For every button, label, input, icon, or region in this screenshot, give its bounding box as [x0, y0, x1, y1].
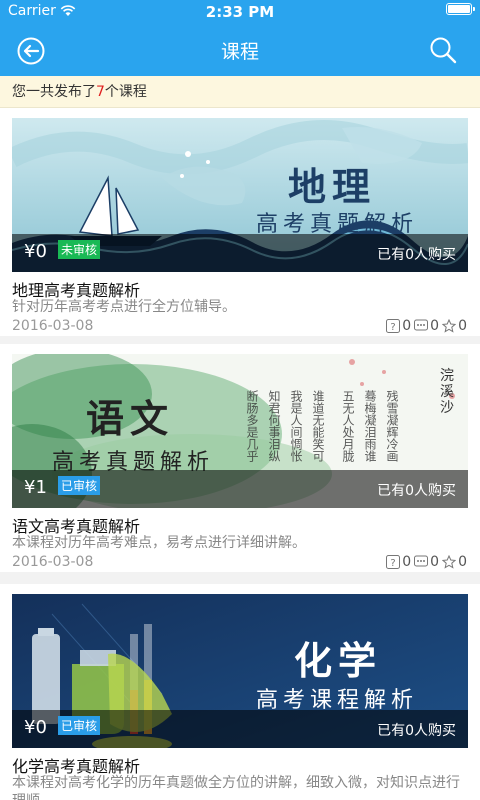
comment-icon — [414, 319, 429, 331]
course-card[interactable]: 地理 高考真题解析 ¥0 未审核 已有0人购买 地理高考真题解析 针对历年高考考… — [0, 108, 480, 336]
question-count: 0 — [402, 554, 412, 570]
star-count: 0 — [458, 318, 467, 334]
course-card[interactable]: 断肠多是几乎 知君何事泪纵 我是人间惆怅 谁道无能笑可 五无人处月胧 蓦梅凝泪雨… — [0, 344, 480, 572]
buyers-count: 已有0人购买 — [377, 247, 456, 263]
status-time: 2:33 PM — [205, 3, 275, 21]
svg-text:蓦梅凝泪雨谁: 蓦梅凝泪雨谁 — [363, 389, 377, 462]
star-icon — [442, 555, 457, 569]
status-badge: 未审核 — [58, 240, 101, 259]
course-description: 本课程对高考化学的历年真题做全方位的讲解，细致入微，对知识点进行理顺 — [12, 775, 460, 800]
page-title: 课程 — [220, 41, 259, 63]
svg-text:我是人间惆怅: 我是人间惆怅 — [289, 390, 303, 463]
svg-text:?: ? — [391, 322, 396, 333]
summary-count: 7 — [96, 84, 105, 100]
svg-text:断肠多是几乎: 断肠多是几乎 — [245, 389, 259, 462]
banner-title: 地理 — [288, 165, 377, 209]
header: Carrier 2:33 PM 课程 — [0, 0, 480, 76]
star-count: 0 — [458, 554, 467, 570]
price-bar: ¥1 已审核 已有0人购买 — [12, 470, 468, 508]
banner-title: 化学 — [294, 639, 383, 683]
course-banner[interactable]: 地理 高考真题解析 ¥0 未审核 已有0人购买 — [12, 118, 468, 272]
question-count: 0 — [402, 318, 412, 334]
summary-suffix: 个课程 — [104, 84, 147, 100]
svg-text:?: ? — [391, 558, 396, 569]
price-bar: ¥0 未审核 已有0人购买 — [12, 234, 468, 272]
question-icon: ? — [386, 319, 401, 333]
buyers-count: 已有0人购买 — [377, 723, 456, 739]
comment-icon — [414, 555, 429, 567]
course-date: 2016-03-08 — [12, 554, 94, 570]
battery-icon — [446, 3, 475, 15]
back-button[interactable] — [16, 36, 46, 66]
course-card[interactable]: 化学 高考课程解析 ¥0 已审核 已有0人购买 化学高考真题解析 本课程对高考化… — [0, 584, 480, 800]
banner-poem-title: 浣溪沙 — [440, 368, 454, 416]
banner-title: 语文 — [86, 397, 175, 441]
search-icon[interactable] — [428, 35, 458, 65]
svg-text:谁道无能笑可: 谁道无能笑可 — [311, 390, 325, 462]
star-icon — [442, 319, 457, 333]
buyers-count: 已有0人购买 — [377, 483, 456, 499]
course-description: 本课程对历年高考难点，易考点进行详细讲解。 — [12, 535, 306, 551]
price-bar: ¥0 已审核 已有0人购买 — [12, 710, 468, 748]
course-price: ¥0 — [24, 241, 47, 262]
nav-bar: 课程 — [0, 24, 480, 76]
svg-text:知君何事泪纵: 知君何事泪纵 — [267, 390, 281, 462]
question-icon: ? — [386, 555, 401, 569]
comment-count: 0 — [430, 318, 440, 334]
summary-prefix: 您一共发布了 — [12, 84, 96, 100]
course-price: ¥0 — [24, 717, 47, 738]
course-count-summary: 您一共发布了7个课程 — [0, 76, 480, 108]
svg-text:五无人处月胧: 五无人处月胧 — [341, 390, 355, 462]
course-price: ¥1 — [24, 477, 47, 498]
status-right — [446, 3, 475, 15]
course-date: 2016-03-08 — [12, 318, 94, 334]
course-banner[interactable]: 断肠多是几乎 知君何事泪纵 我是人间惆怅 谁道无能笑可 五无人处月胧 蓦梅凝泪雨… — [12, 354, 468, 508]
svg-text:残雪凝辉冷画: 残雪凝辉冷画 — [385, 390, 399, 462]
course-stats: ? 0 0 0 — [386, 318, 470, 334]
status-bar: Carrier 2:33 PM — [0, 0, 480, 24]
course-banner[interactable]: 化学 高考课程解析 ¥0 已审核 已有0人购买 — [12, 594, 468, 748]
course-stats: ? 0 0 0 — [386, 554, 470, 570]
status-badge: 已审核 — [58, 716, 101, 735]
course-description: 针对历年高考考点进行全方位辅导。 — [12, 299, 236, 315]
comment-count: 0 — [430, 554, 440, 570]
status-badge: 已审核 — [58, 476, 101, 495]
